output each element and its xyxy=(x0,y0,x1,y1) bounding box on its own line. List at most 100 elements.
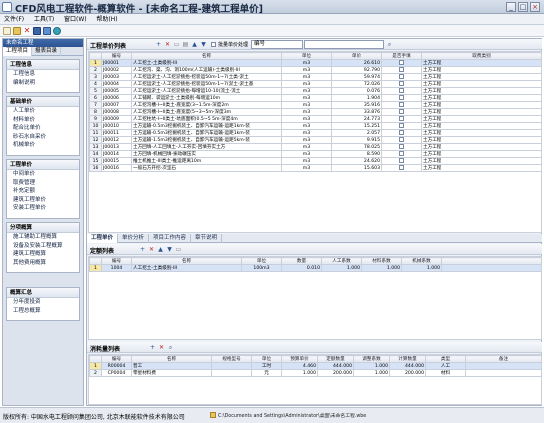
manual-checkbox[interactable] xyxy=(399,130,404,135)
delete-icon[interactable]: ✕ xyxy=(23,27,31,35)
batch-process-checkbox[interactable] xyxy=(211,42,216,47)
cell-unit[interactable]: m3 xyxy=(281,94,332,102)
nav-item-machine-price[interactable]: 机械单价 xyxy=(7,141,79,150)
menu-file[interactable]: 文件(F) xyxy=(0,14,28,25)
manual-checkbox[interactable] xyxy=(399,144,404,149)
cell-budget-price[interactable]: 1.000 xyxy=(281,369,318,377)
cell-name[interactable]: 土方回填-机械回填-振动碾压实 xyxy=(131,150,282,158)
col-header-code[interactable]: 编号 xyxy=(101,355,132,363)
search-icon[interactable]: ⌕ xyxy=(386,41,393,48)
col-header-name[interactable]: 名称 xyxy=(131,355,212,363)
table-row[interactable]: 5 J00005 人工挖运淤土-人工挖淤挑抬-每增运10-10(流土-流土 m3 0.0… xyxy=(89,87,542,95)
search-input[interactable] xyxy=(304,40,384,49)
cell-type[interactable]: 材料 xyxy=(425,369,466,377)
cell-fee-category[interactable]: 土方工程 xyxy=(421,101,542,109)
col-header-budget-price[interactable]: 预算单价 xyxy=(281,355,318,363)
cell-name[interactable]: 人工挖沟槽-I~II类土-底宽度(5~3~5m-深度3m xyxy=(131,108,282,116)
search-icon[interactable]: ⌕ xyxy=(167,344,174,351)
cell-name[interactable]: 土方运输-0.5m3挖掘机装土、自卸汽车运输-运距1km-装 xyxy=(131,122,282,130)
nav-item-building-price[interactable]: 建筑工程单价 xyxy=(7,196,79,205)
table-row[interactable]: 13 J00013 土方回填-人工回填土-人工夯实-回填夯实土方 m3 78.025 土方… xyxy=(89,143,542,151)
cell-name[interactable]: 土方运输-1.5m3挖掘机装土、自卸汽车运输-运距5km-装 xyxy=(131,136,282,144)
cell-fee-category[interactable]: 土方工程 xyxy=(421,157,542,165)
nav-item-supplementary-quota[interactable]: 补充定额 xyxy=(7,187,79,196)
cell-name[interactable]: 人工挖沟槽-I~II类土-底宽度(3~1.5m-深度2m xyxy=(131,101,282,109)
nav-item-total-estimate[interactable]: 工程总概算 xyxy=(7,307,79,316)
group-header[interactable]: 分项概算 xyxy=(7,223,79,233)
cell-name[interactable]: 人工铺砌、袋运淤土-土类级别-每增运10m xyxy=(131,94,282,102)
cell-unit[interactable]: m3 xyxy=(281,164,332,172)
nav-item-compile-notes[interactable]: 编制说明 xyxy=(7,79,79,88)
cell-quota-qty[interactable]: 444.000 xyxy=(317,362,354,370)
cell-unit[interactable]: m3 xyxy=(281,129,332,137)
col-header-code[interactable]: 编号 xyxy=(101,52,132,60)
cell-manual[interactable] xyxy=(381,73,422,81)
add-icon[interactable]: + xyxy=(139,246,146,253)
copy-icon[interactable]: ▭ xyxy=(173,41,180,48)
nav-item-mix-price[interactable]: 配合比单价 xyxy=(7,124,79,133)
cell-code[interactable]: J00009 xyxy=(101,115,132,123)
nav-item-construction-aux[interactable]: 施工辅助工程概算 xyxy=(7,233,79,242)
cell-manual[interactable] xyxy=(381,129,422,137)
nav-item-sand-stone-price[interactable]: 砂石水自采价 xyxy=(7,133,79,142)
cell-name[interactable]: 一般石方开挖-次坚石 xyxy=(131,164,282,172)
cell-code[interactable]: J00010 xyxy=(101,122,132,130)
copy-icon[interactable]: ▭ xyxy=(175,246,182,253)
cell-code[interactable]: J00002 xyxy=(101,66,132,74)
cell-code[interactable]: J00012 xyxy=(101,136,132,144)
table-row[interactable]: 2 CP0004 零星材料费 元 1.000 200.000 1.000 200… xyxy=(89,369,542,377)
table-row[interactable]: 1 R00004 普工 工时 4.460 444.000 1.000 444.0… xyxy=(89,362,542,370)
cell-spec[interactable] xyxy=(211,362,252,370)
cell-fee-category[interactable]: 土方工程 xyxy=(421,87,542,95)
tab-report-catalog[interactable]: 报表目录 xyxy=(32,47,62,56)
nav-item-labor-price[interactable]: 人工单价 xyxy=(7,107,79,116)
cell-code[interactable]: J00004 xyxy=(101,80,132,88)
menu-help[interactable]: 帮助(H) xyxy=(92,14,121,25)
nav-item-fee-management[interactable]: 取费管理 xyxy=(7,179,79,188)
cell-unit[interactable]: m3 xyxy=(281,136,332,144)
refresh-icon[interactable] xyxy=(53,27,61,35)
col-header-spec[interactable]: 规格型号 xyxy=(211,355,252,363)
table-row[interactable]: 11 J00011 土方运输-0.5m3挖掘机装土、自卸汽车运输-运距1km-装 m3… xyxy=(89,129,542,137)
cell-fee-category[interactable]: 土方工程 xyxy=(421,59,542,67)
nav-item-installation-price[interactable]: 安装工程单价 xyxy=(7,204,79,213)
cell-fee-category[interactable]: 土方工程 xyxy=(421,94,542,102)
manual-checkbox[interactable] xyxy=(399,102,404,107)
print-icon[interactable] xyxy=(43,27,51,35)
cell-unit[interactable]: m3 xyxy=(281,150,332,158)
close-button[interactable]: × xyxy=(530,2,540,12)
cell-price[interactable]: 35.916 xyxy=(331,101,382,109)
menu-window[interactable]: 窗口(W) xyxy=(60,14,91,25)
cell-name[interactable]: 人工挖柱坑-I~II类土-坑底面积(0.5~5 5m-深度4m xyxy=(131,115,282,123)
cell-price[interactable]: 92.790 xyxy=(331,66,382,74)
cell-fee-category[interactable]: 土方工程 xyxy=(421,108,542,116)
cell-name[interactable]: 人工挖运淤土-人工挖淤挑抬-挖装运50m-1~7(土类-淤土 xyxy=(131,73,282,81)
manual-checkbox[interactable] xyxy=(399,60,404,65)
tab-unit-price[interactable]: 工程单价 xyxy=(87,234,119,243)
tab-price-analysis[interactable]: 单价分析 xyxy=(118,234,150,243)
paste-icon[interactable]: ▤ xyxy=(182,41,189,48)
cell-price[interactable]: 72.026 xyxy=(331,80,382,88)
cell-unit[interactable]: 100m3 xyxy=(241,264,282,272)
cell-code[interactable]: J00013 xyxy=(101,143,132,151)
table-row[interactable]: 9 J00009 人工挖柱坑-I~II类土-坑底面积(0.5~5 5m-深度4m m3… xyxy=(89,115,542,123)
manual-checkbox[interactable] xyxy=(399,151,404,156)
manual-checkbox[interactable] xyxy=(399,165,404,170)
manual-checkbox[interactable] xyxy=(399,74,404,79)
cell-fee-category[interactable]: 土方工程 xyxy=(421,115,542,123)
cell-manual[interactable] xyxy=(381,87,422,95)
cell-manual[interactable] xyxy=(381,108,422,116)
cell-code[interactable]: J00011 xyxy=(101,129,132,137)
cell-unit[interactable]: 工时 xyxy=(251,362,282,370)
tab-work-content[interactable]: 项目工作内容 xyxy=(149,234,192,243)
group-header[interactable]: 概算汇总 xyxy=(7,288,79,298)
nav-item-annual-investment[interactable]: 分年度投资 xyxy=(7,298,79,307)
col-header-type[interactable]: 类型 xyxy=(425,355,466,363)
col-header-quota-qty[interactable]: 定额数量 xyxy=(317,355,354,363)
cell-calc-qty[interactable]: 444.000 xyxy=(389,362,426,370)
tab-project-items[interactable]: 工程项目 xyxy=(3,47,33,56)
cell-manual[interactable] xyxy=(381,80,422,88)
add-icon[interactable]: + xyxy=(149,344,156,351)
col-header-labor-factor[interactable]: 人工系数 xyxy=(321,257,362,265)
nav-item-intermediate-price[interactable]: 中间单价 xyxy=(7,170,79,179)
